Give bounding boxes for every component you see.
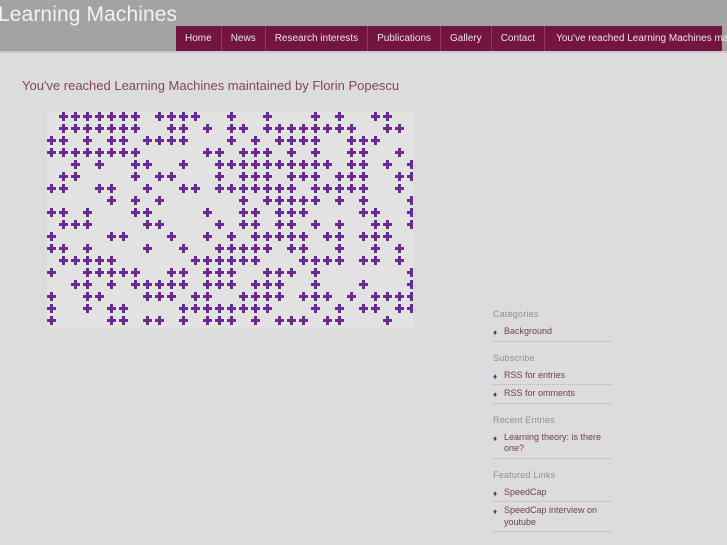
list-item[interactable]: ♦ RSS for entries (493, 369, 611, 385)
pattern-canvas (47, 112, 413, 328)
nav-item-publications[interactable]: Publications (368, 26, 441, 51)
sidebar-list: ♦ Background (493, 326, 611, 342)
diamond-bullet-icon: ♦ (493, 488, 498, 498)
nav-item-label: Publications (377, 32, 431, 44)
diamond-bullet-icon: ♦ (493, 390, 498, 399)
nav-item-label: Research interests (274, 32, 359, 44)
nav-item-news[interactable]: News (222, 26, 266, 51)
sidebar-list: ♦ RSS for entries ♦ RSS for omments (493, 370, 611, 404)
sidebar-list: ♦ Learning theory: is there one? (493, 432, 611, 459)
list-item-label: Learning theory: is there one? (504, 431, 602, 454)
sidebar: Categories ♦ Background Subscribe ♦ RSS … (493, 309, 611, 543)
nav-tagline: You've reached Learning Machines maintai… (545, 26, 727, 51)
list-item[interactable]: ♦ RSS for omments (493, 388, 611, 404)
sidebar-section-recent-entries: Recent Entries ♦ Learning theory: is the… (493, 415, 611, 459)
list-item-label: Background (504, 326, 553, 336)
nav-item-label: Gallery (450, 32, 482, 44)
nav-item-label: Home (185, 32, 212, 44)
list-item-label: RSS for entries (504, 369, 566, 380)
site-title: Learning Machines (0, 3, 178, 26)
diamond-bullet-icon: ♦ (493, 328, 498, 337)
nav-item-contact[interactable]: Contact (492, 26, 546, 51)
list-item[interactable]: ♦ Learning theory: is there one? (493, 432, 611, 459)
nav-tagline-label: You've reached Learning Machines maintai… (556, 32, 727, 44)
sidebar-heading: Categories (493, 309, 539, 319)
nav-item-home[interactable]: Home (176, 26, 222, 51)
sidebar-list: ♦ SpeedCap ♦ SpeedCap interview on youtu… (493, 486, 611, 532)
sidebar-heading: Subscribe (493, 352, 535, 363)
sidebar-heading: Featured Links (493, 469, 556, 480)
list-item-label: RSS for omments (504, 388, 576, 398)
nav-item-label: Contact (500, 32, 536, 44)
sidebar-section-categories: Categories ♦ Background (493, 309, 611, 342)
page-title: You've reached Learning Machines maintai… (22, 78, 400, 93)
sidebar-section-featured-links: Featured Links ♦ SpeedCap ♦ SpeedCap int… (493, 469, 611, 532)
nav-item-label: News (230, 32, 256, 44)
list-item[interactable]: ♦ SpeedCap interview on youtube (493, 505, 611, 532)
header-divider (0, 51, 727, 53)
nav-item-research-interests[interactable]: Research interests (266, 26, 369, 51)
nav-item-gallery[interactable]: Gallery (441, 26, 492, 51)
sidebar-heading: Recent Entries (493, 414, 555, 425)
diamond-bullet-icon: ♦ (493, 371, 498, 381)
list-item-label: SpeedCap (504, 486, 547, 497)
diamond-bullet-icon: ♦ (493, 507, 498, 516)
pattern-image (47, 112, 413, 328)
diamond-bullet-icon: ♦ (493, 433, 498, 443)
list-item[interactable]: ♦ SpeedCap (493, 486, 611, 502)
list-item-label: SpeedCap interview on youtube (504, 505, 598, 527)
sidebar-section-subscribe: Subscribe ♦ RSS for entries ♦ RSS for om… (493, 353, 611, 404)
main-navigation: Home News Research interests Publication… (176, 26, 727, 51)
list-item[interactable]: ♦ Background (493, 326, 611, 342)
